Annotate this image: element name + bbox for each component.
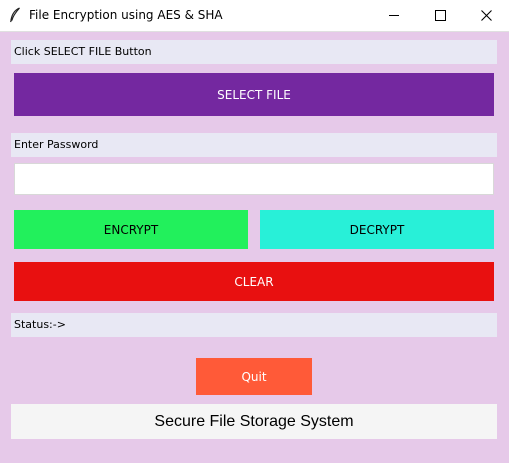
decrypt-button[interactable]: DECRYPT bbox=[260, 210, 494, 249]
maximize-icon bbox=[434, 10, 446, 21]
decrypt-label: DECRYPT bbox=[349, 222, 405, 237]
quit-button[interactable]: Quit bbox=[196, 358, 312, 395]
password-label: Enter Password bbox=[11, 133, 497, 157]
maximize-button[interactable] bbox=[417, 0, 463, 31]
encrypt-label: ENCRYPT bbox=[103, 222, 159, 237]
feather-icon bbox=[9, 7, 21, 23]
app-window: File Encryption using AES & SHA Click SE… bbox=[0, 0, 509, 463]
select-file-button[interactable]: SELECT FILE bbox=[14, 73, 494, 116]
quit-label: Quit bbox=[241, 369, 267, 384]
status-text: Status:-> bbox=[11, 313, 497, 337]
title-bar[interactable]: File Encryption using AES & SHA bbox=[0, 0, 509, 32]
close-button[interactable] bbox=[463, 0, 509, 31]
close-icon bbox=[480, 10, 492, 21]
clear-label: CLEAR bbox=[234, 274, 274, 289]
clear-button[interactable]: CLEAR bbox=[14, 262, 494, 301]
password-input[interactable] bbox=[14, 163, 494, 195]
footer-title: Secure File Storage System bbox=[11, 404, 497, 439]
select-file-label: SELECT FILE bbox=[217, 87, 291, 102]
minimize-button[interactable] bbox=[371, 0, 417, 31]
window-title: File Encryption using AES & SHA bbox=[29, 8, 223, 22]
select-file-prompt: Click SELECT FILE Button bbox=[11, 40, 497, 64]
encrypt-button[interactable]: ENCRYPT bbox=[14, 210, 248, 249]
minimize-icon bbox=[388, 10, 400, 21]
